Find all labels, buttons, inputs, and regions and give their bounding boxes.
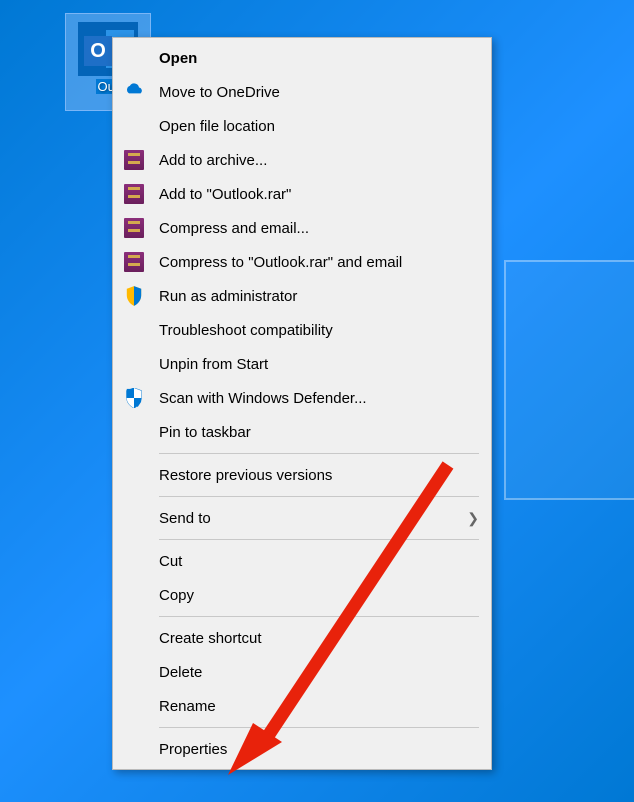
menu-item-scan-with-windows-defender[interactable]: Scan with Windows Defender... [115,381,489,415]
blank-icon [121,627,147,649]
menu-separator [159,453,479,454]
menu-item-label: Scan with Windows Defender... [159,390,479,407]
chevron-right-icon: ❯ [467,510,479,527]
menu-item-label: Delete [159,664,479,681]
menu-item-label: Run as administrator [159,288,479,305]
menu-item-label: Properties [159,741,479,758]
menu-separator [159,727,479,728]
menu-separator [159,496,479,497]
menu-item-open-file-location[interactable]: Open file location [115,109,489,143]
menu-item-send-to[interactable]: Send to❯ [115,501,489,535]
defender-icon [121,387,147,409]
menu-item-compress-and-email[interactable]: Compress and email... [115,211,489,245]
menu-separator [159,539,479,540]
menu-item-label: Compress and email... [159,220,479,237]
menu-item-label: Add to "Outlook.rar" [159,186,479,203]
menu-item-label: Create shortcut [159,630,479,647]
menu-item-move-to-onedrive[interactable]: Move to OneDrive [115,75,489,109]
menu-item-add-to-archive[interactable]: Add to archive... [115,143,489,177]
menu-item-pin-to-taskbar[interactable]: Pin to taskbar [115,415,489,449]
menu-item-label: Send to [159,510,467,527]
blank-icon [121,47,147,69]
blank-icon [121,695,147,717]
menu-item-compress-to-outlook-rar-and-email[interactable]: Compress to "Outlook.rar" and email [115,245,489,279]
winrar-icon [121,251,147,273]
menu-item-unpin-from-start[interactable]: Unpin from Start [115,347,489,381]
menu-item-restore-previous-versions[interactable]: Restore previous versions [115,458,489,492]
menu-item-label: Rename [159,698,479,715]
winrar-icon [121,149,147,171]
menu-item-troubleshoot-compatibility[interactable]: Troubleshoot compatibility [115,313,489,347]
winrar-icon [121,217,147,239]
menu-item-add-to-outlook-rar[interactable]: Add to "Outlook.rar" [115,177,489,211]
menu-item-label: Cut [159,553,479,570]
menu-item-properties[interactable]: Properties [115,732,489,766]
menu-item-label: Unpin from Start [159,356,479,373]
menu-item-label: Pin to taskbar [159,424,479,441]
context-menu: Open Move to OneDrive Open file location Ad… [112,37,492,770]
winrar-icon [121,183,147,205]
outlook-letter: O [84,36,112,66]
menu-item-run-as-administrator[interactable]: Run as administrator [115,279,489,313]
menu-item-delete[interactable]: Delete [115,655,489,689]
menu-item-label: Add to archive... [159,152,479,169]
blank-icon [121,738,147,760]
menu-separator [159,616,479,617]
blank-icon [121,319,147,341]
menu-item-label: Compress to "Outlook.rar" and email [159,254,479,271]
menu-item-label: Move to OneDrive [159,84,479,101]
menu-item-open[interactable]: Open [115,41,489,75]
blank-icon [121,464,147,486]
menu-item-label: Open [159,50,479,67]
blank-icon [121,584,147,606]
menu-item-rename[interactable]: Rename [115,689,489,723]
onedrive-icon [121,81,147,103]
menu-item-label: Troubleshoot compatibility [159,322,479,339]
blank-icon [121,353,147,375]
blank-icon [121,507,147,529]
menu-item-label: Restore previous versions [159,467,479,484]
blank-icon [121,550,147,572]
menu-item-cut[interactable]: Cut [115,544,489,578]
menu-item-label: Open file location [159,118,479,135]
menu-item-create-shortcut[interactable]: Create shortcut [115,621,489,655]
blank-icon [121,661,147,683]
background-decoration [504,260,634,500]
menu-item-label: Copy [159,587,479,604]
shield-admin-icon [121,285,147,307]
menu-item-copy[interactable]: Copy [115,578,489,612]
blank-icon [121,421,147,443]
blank-icon [121,115,147,137]
